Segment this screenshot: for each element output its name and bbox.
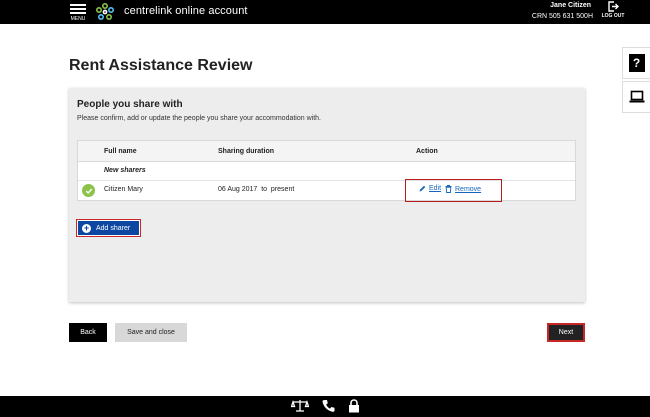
menu-button[interactable]: MENU xyxy=(68,1,88,23)
column-header-full-name: Full name xyxy=(104,148,137,155)
sharer-name: Citizen Mary xyxy=(104,186,143,193)
save-and-close-button[interactable]: Save and close xyxy=(115,323,187,342)
next-button[interactable]: Next xyxy=(547,323,585,342)
laptop-icon xyxy=(629,90,644,103)
column-header-sharing-duration: Sharing duration xyxy=(218,148,274,155)
menu-label: MENU xyxy=(70,16,86,22)
device-tab[interactable] xyxy=(622,81,650,113)
add-sharer-button[interactable]: + Add sharer xyxy=(76,219,141,237)
side-tabs: ? xyxy=(622,47,650,115)
page-title: Rent Assistance Review xyxy=(69,57,253,74)
customer-reference-number: CRN 505 631 500H xyxy=(531,13,593,20)
plus-circle-icon: + xyxy=(82,222,91,233)
logout-button[interactable]: LOG OUT xyxy=(598,1,628,23)
panel-description: Please confirm, add or update the people… xyxy=(77,115,321,122)
check-circle-icon xyxy=(82,184,95,197)
column-header-action: Action xyxy=(416,148,438,155)
phone-icon[interactable] xyxy=(322,399,335,413)
sharers-panel: People you share with Please confirm, ad… xyxy=(69,88,585,302)
table-header: Full name Sharing duration Action xyxy=(78,141,575,162)
top-bar: MENU centrelink online account Jane Citi… xyxy=(0,0,650,24)
logout-icon xyxy=(608,1,619,12)
logout-label: LOG OUT xyxy=(601,13,625,19)
footer-bar xyxy=(0,396,650,417)
sharers-table: Full name Sharing duration Action New sh… xyxy=(77,140,576,202)
app-name: centrelink online account xyxy=(124,5,248,17)
lock-icon[interactable] xyxy=(348,399,360,413)
help-icon: ? xyxy=(628,54,645,72)
remove-link[interactable]: Remove xyxy=(445,185,481,193)
action-cell-highlight: Edit Remove xyxy=(405,179,502,202)
remove-label: Remove xyxy=(455,185,482,193)
sharing-duration: 06 Aug 2017 to present xyxy=(218,186,295,193)
panel-title: People you share with xyxy=(77,99,183,110)
trash-icon xyxy=(445,185,452,193)
help-tab[interactable]: ? xyxy=(622,47,650,79)
group-label: New sharers xyxy=(104,167,146,174)
table-row: Citizen Mary 06 Aug 2017 to present Edit… xyxy=(78,179,575,202)
centrelink-star-logo-icon xyxy=(95,2,115,21)
add-sharer-label: Add sharer xyxy=(96,224,131,232)
hamburger-icon xyxy=(70,4,86,6)
back-button[interactable]: Back xyxy=(69,323,107,342)
edit-label: Edit xyxy=(429,185,442,192)
pencil-icon xyxy=(419,185,426,192)
edit-link[interactable]: Edit xyxy=(419,185,441,192)
user-name: Jane Citizen xyxy=(550,2,591,9)
scales-icon[interactable] xyxy=(291,399,309,413)
